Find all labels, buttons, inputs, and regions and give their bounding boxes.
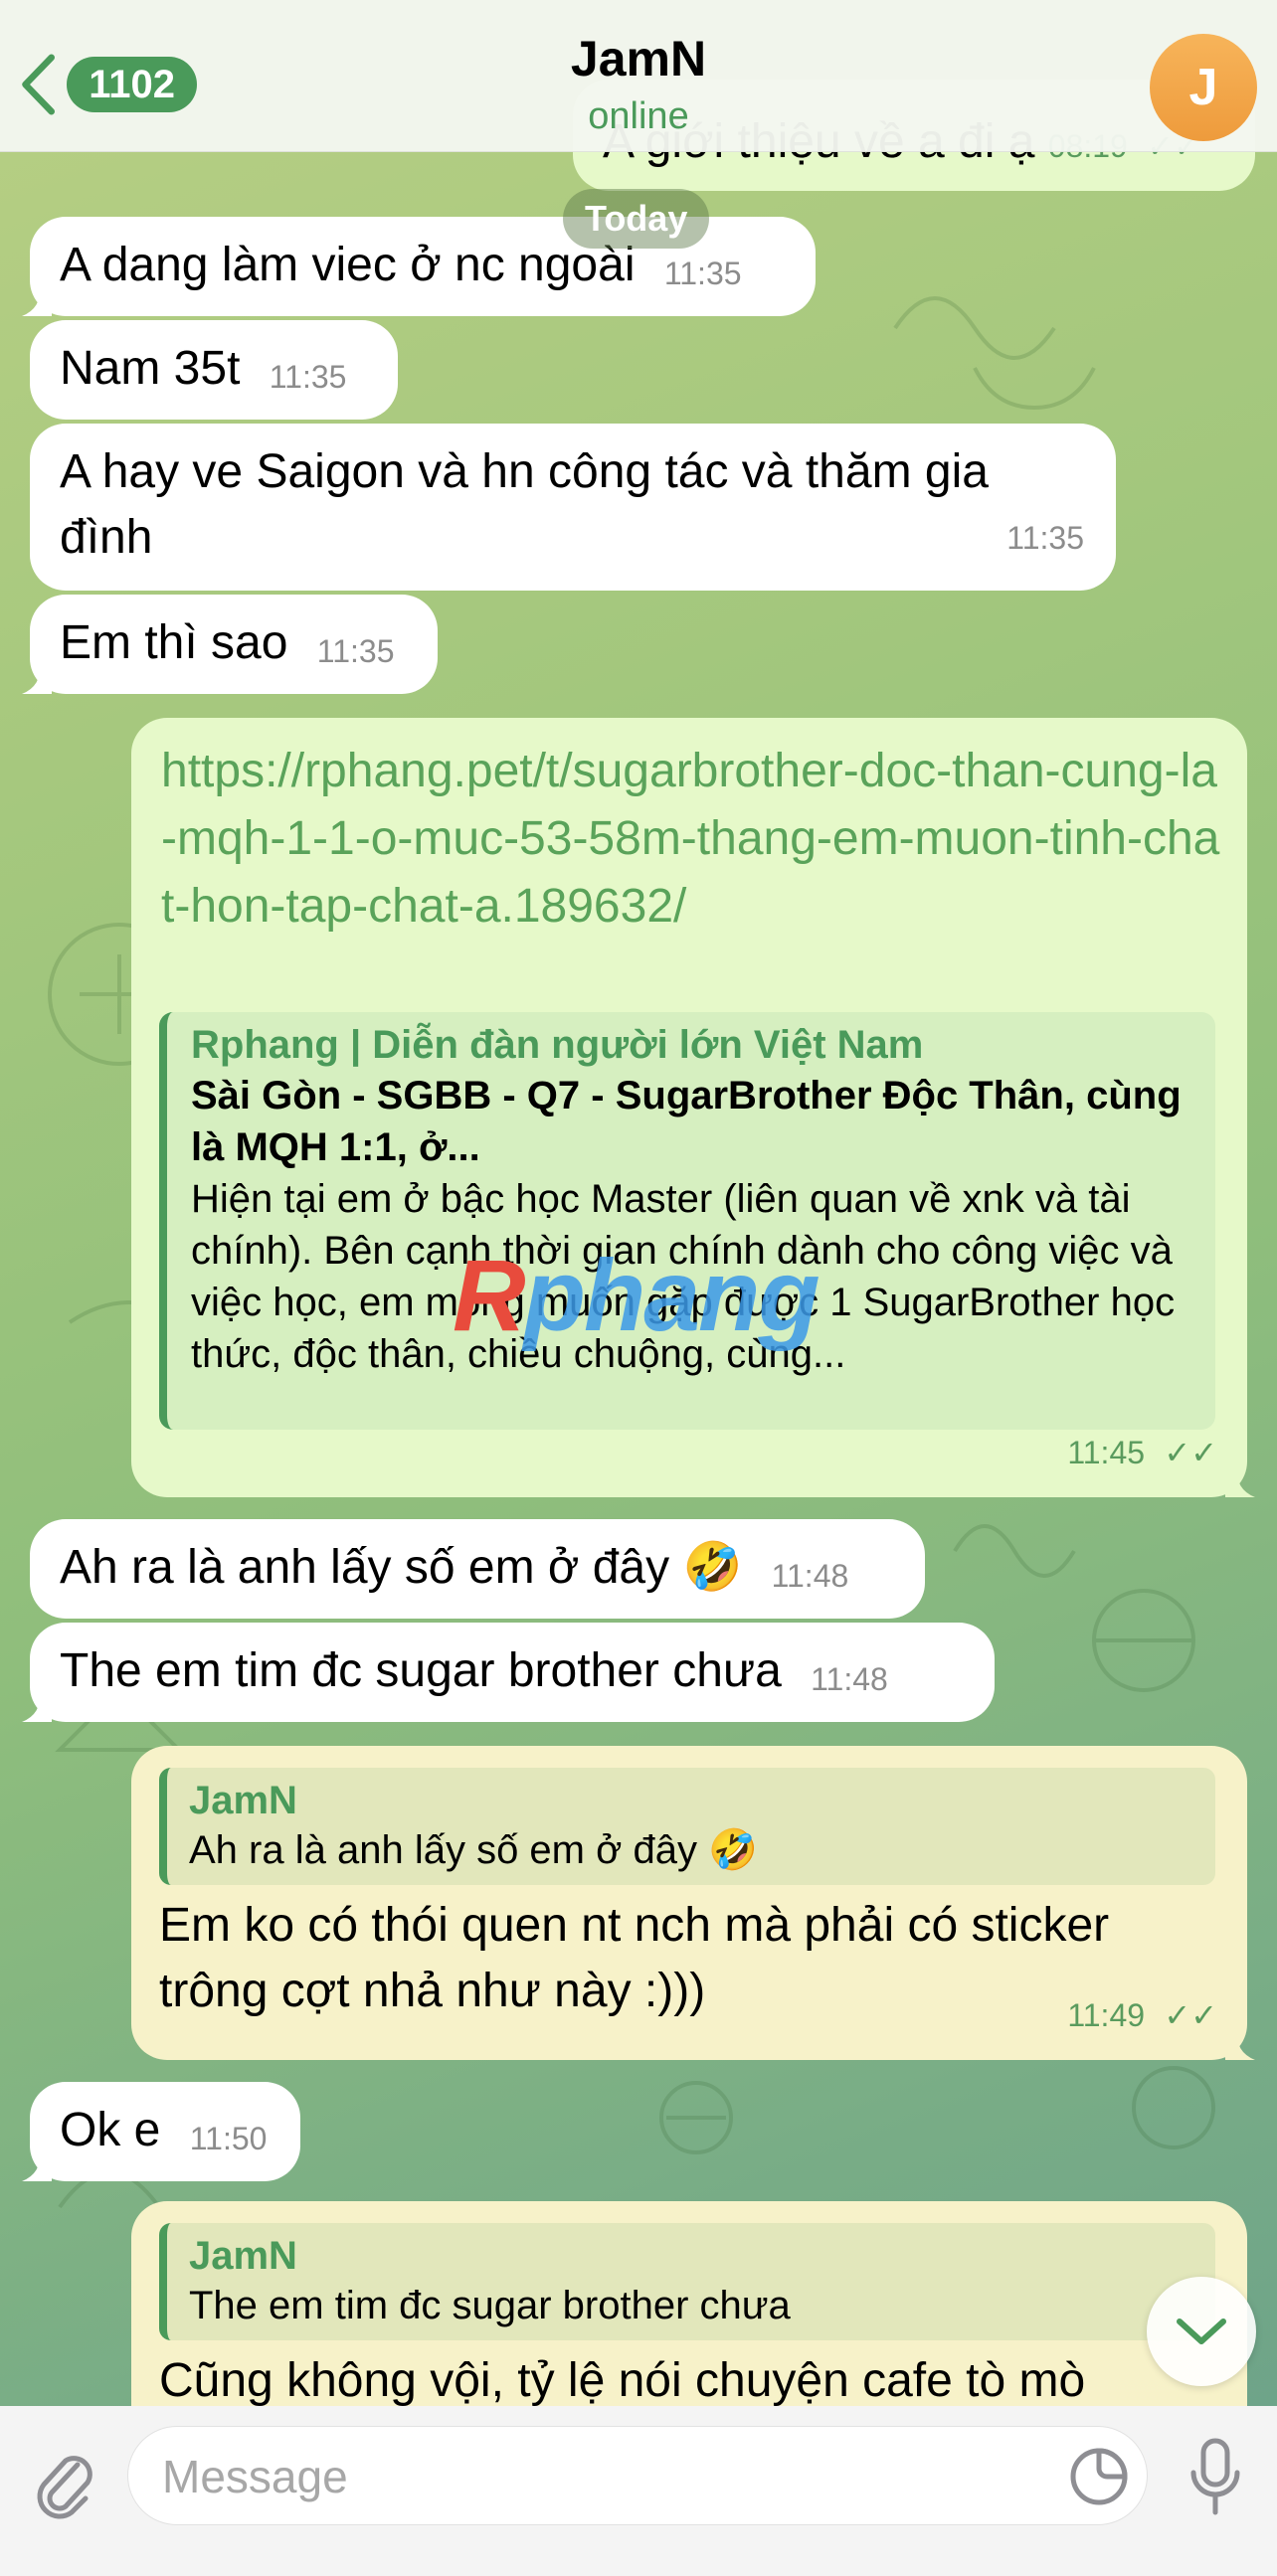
message-bubble-incoming[interactable]: A hay ve Saigon và hn công tác và thăm g… [30,424,1116,591]
reply-text: The em tim đc sugar brother chưa [189,2284,791,2327]
reply-text: Ah ra là anh lấy số em ở đây 🤣 [189,1828,758,1872]
scroll-to-bottom-button[interactable] [1147,2277,1256,2386]
online-status: online [588,95,689,137]
link-preview[interactable]: Rphang | Diễn đàn người lớn Việt Nam Sài… [159,1012,1215,1430]
message-text: Em ko có thói quen nt nch mà phải có sti… [159,1899,1110,2017]
message-time: 11:35 [316,633,395,669]
message-text: Ok e [60,2104,161,2156]
chat-title[interactable]: JamN [0,30,1277,87]
message-time: 11:49 [1067,1997,1146,2033]
chevron-down-icon [1177,2318,1226,2344]
message-time: 11:45 [1067,1435,1146,1470]
date-badge: Today [563,189,710,249]
message-time-row: 11:49 ✓✓ [1067,1978,1217,2048]
preview-site-name: Rphang | Diễn đàn người lớn Việt Nam [191,1023,924,1067]
double-check-icon: ✓✓ [1164,1435,1217,1470]
message-bubble-incoming[interactable]: Em thì sao 11:35 [22,595,438,694]
message-bubble-incoming[interactable]: Ok e 11:50 [22,2082,300,2181]
message-text: Em thì sao [60,616,288,669]
message-input[interactable]: Message [127,2426,1148,2525]
message-text: A dang làm viec ở nc ngoài [60,239,636,291]
reply-author: JamN [189,1779,297,1822]
message-bubble-incoming[interactable]: The em tim đc sugar brother chưa 11:48 [22,1623,995,1722]
chat-header: 1102 JamN online J [0,0,1277,152]
message-text: Cũng không vội, tỷ lệ nói chuyện cafe tò… [159,2354,1086,2407]
watermark-logo: Rphang [453,1239,821,1352]
reply-quote[interactable]: JamN Ah ra là anh lấy số em ở đây 🤣 [159,1768,1215,1885]
message-time: 11:48 [811,1661,888,1697]
reply-author: JamN [189,2234,297,2278]
reply-quote[interactable]: JamN The em tim đc sugar brother chưa [159,2223,1215,2340]
double-check-icon: ✓✓ [1164,1997,1217,2033]
message-input-bar: Message [0,2406,1277,2576]
attach-button[interactable] [26,2440,105,2529]
message-bubble-outgoing[interactable]: JamN Ah ra là anh lấy số em ở đây 🤣 Em k… [131,1746,1255,2060]
message-time: 11:50 [189,2121,268,2156]
message-link[interactable]: https://rphang.pet/t/sugarbrother-doc-th… [161,738,1221,941]
message-text: Ah ra là anh lấy số em ở đây 🤣 [60,1541,743,1594]
microphone-button[interactable] [1176,2434,1255,2523]
message-bubble-incoming[interactable]: Ah ra là anh lấy số em ở đây 🤣 11:48 [30,1519,925,1619]
sticker-icon [1070,2448,1128,2505]
avatar[interactable]: J [1150,34,1257,141]
message-text: Nam 35t [60,342,241,395]
microphone-icon [1190,2438,1240,2515]
message-text: The em tim đc sugar brother chưa [60,1644,782,1697]
message-time: 11:35 [1006,520,1084,556]
message-time: 11:35 [663,256,742,291]
message-time: 11:35 [269,359,347,395]
message-time: 11:48 [771,1558,849,1594]
preview-title: Sài Gòn - SGBB - Q7 - SugarBrother Độc T… [191,1074,1182,1169]
message-text: A hay ve Saigon và hn công tác và thăm g… [60,445,989,564]
message-bubble-incoming[interactable]: Nam 35t 11:35 [30,320,398,420]
paperclip-icon [37,2456,92,2519]
sticker-button[interactable] [1056,2434,1142,2519]
